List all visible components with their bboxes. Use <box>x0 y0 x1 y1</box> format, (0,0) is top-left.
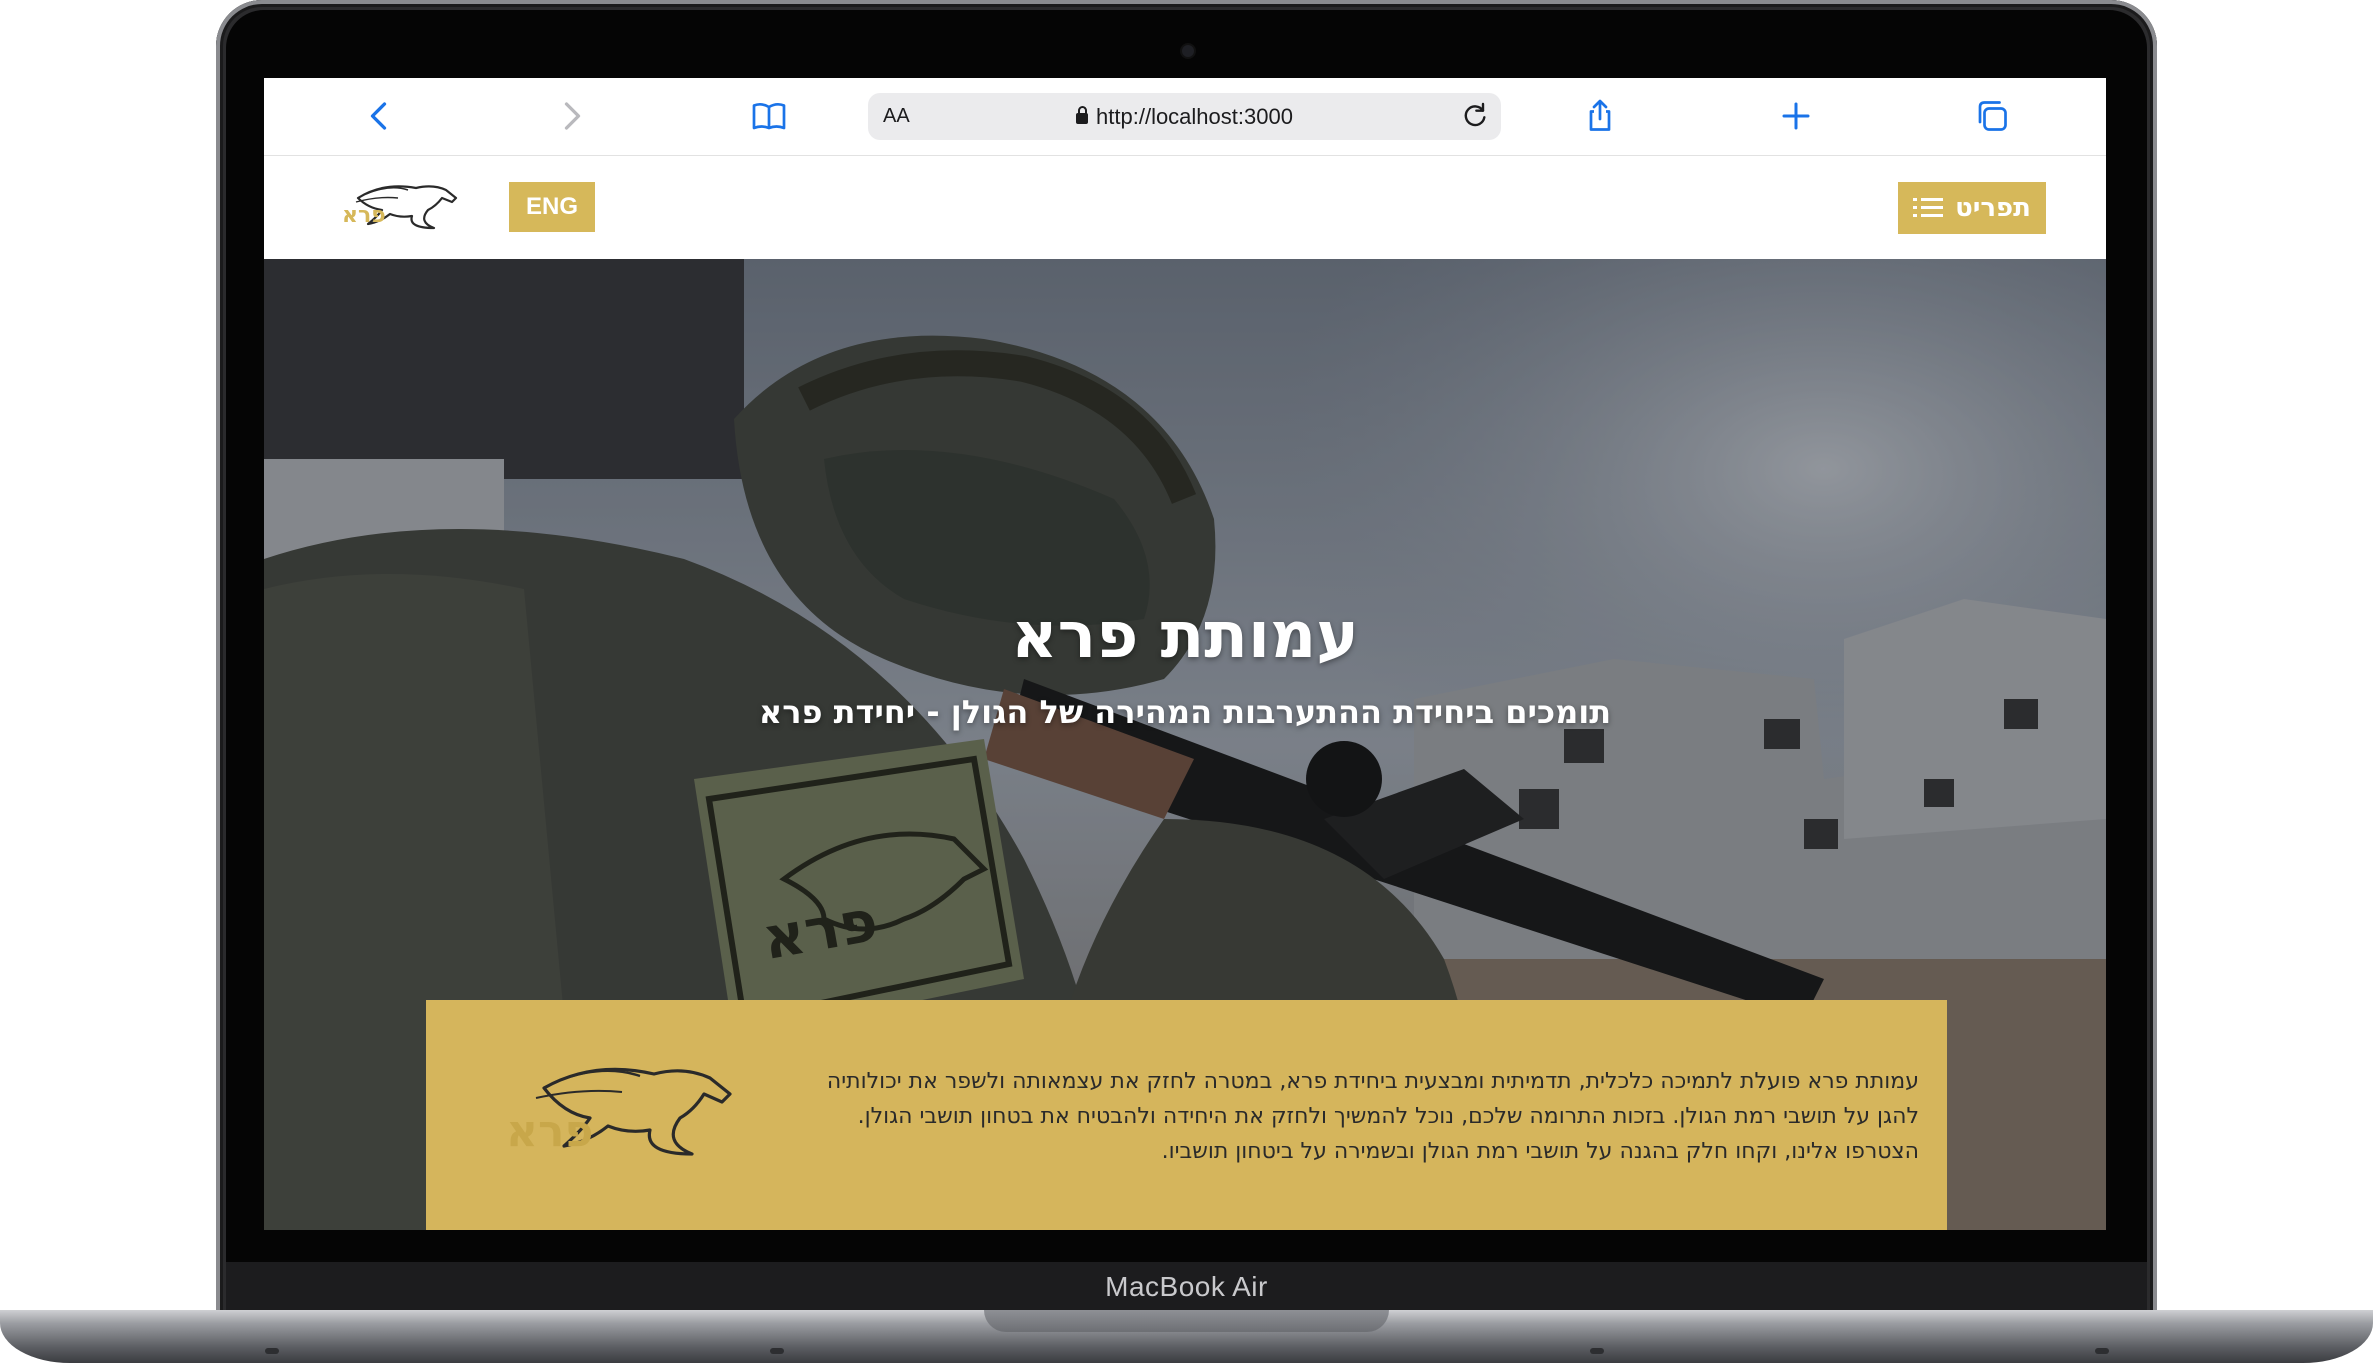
bookmarks-book-icon[interactable] <box>749 96 789 136</box>
laptop-foot <box>265 1348 279 1354</box>
info-line: הצטרפו אלינו, וקחו חלק בהגנה על תושבי רמ… <box>1161 1139 1919 1164</box>
hero-title: עמותת פרא <box>1011 599 1359 673</box>
info-logo-text: פרא <box>506 1106 593 1157</box>
info-text: עמותת פרא פועלת לתמיכה כלכלית, תדמיתית ו… <box>819 1064 1919 1169</box>
laptop-foot <box>2095 1348 2109 1354</box>
hamburger-list-icon <box>1913 198 1944 217</box>
forward-chevron-icon[interactable] <box>551 96 591 136</box>
new-tab-plus-icon[interactable] <box>1776 96 1816 136</box>
info-line: להגן על תושבי רמת הגולן. בזכות התרומה של… <box>857 1104 1919 1129</box>
menu-button-label: תפריט <box>1955 193 2031 223</box>
info-box: עמותת פרא פועלת לתמיכה כלכלית, תדמיתית ו… <box>426 1000 1947 1230</box>
site-header: פרא ENG תפריט <box>264 156 2106 259</box>
para-logo[interactable]: פרא <box>338 176 468 236</box>
tabs-overview-icon[interactable] <box>1972 96 2012 136</box>
laptop-foot <box>1590 1348 1604 1354</box>
address-bar[interactable]: AA http://localhost:3000 <box>868 93 1501 140</box>
device-label: MacBook Air <box>1105 1271 1268 1302</box>
browser-toolbar: AA http://localhost:3000 <box>264 78 2106 156</box>
laptop-hinge-notch <box>984 1310 1389 1332</box>
share-icon[interactable] <box>1580 96 1620 136</box>
hero-section: פרא עמותת פרא תומכים ביחידת ההתערבות המה… <box>264 259 2106 1230</box>
para-logo-large: פרא <box>506 1067 732 1157</box>
url-display[interactable]: http://localhost:3000 <box>868 104 1501 130</box>
language-button[interactable]: ENG <box>509 182 595 232</box>
camera-icon <box>1182 45 1194 57</box>
reload-icon[interactable] <box>1459 100 1491 132</box>
url-text: http://localhost:3000 <box>1096 104 1293 129</box>
hero-subtitle: תומכים ביחידת ההתערבות המהירה של הגולן -… <box>758 693 1612 731</box>
menu-button[interactable]: תפריט <box>1898 182 2046 234</box>
back-chevron-icon[interactable] <box>360 96 400 136</box>
screen: AA http://localhost:3000 פרא ENG תפריט פ… <box>264 78 2106 1230</box>
logo-text: פרא <box>342 203 386 228</box>
info-line: עמותת פרא פועלת לתמיכה כלכלית, תדמיתית ו… <box>826 1069 1919 1094</box>
laptop-foot <box>770 1348 784 1354</box>
lock-icon <box>1076 106 1089 124</box>
